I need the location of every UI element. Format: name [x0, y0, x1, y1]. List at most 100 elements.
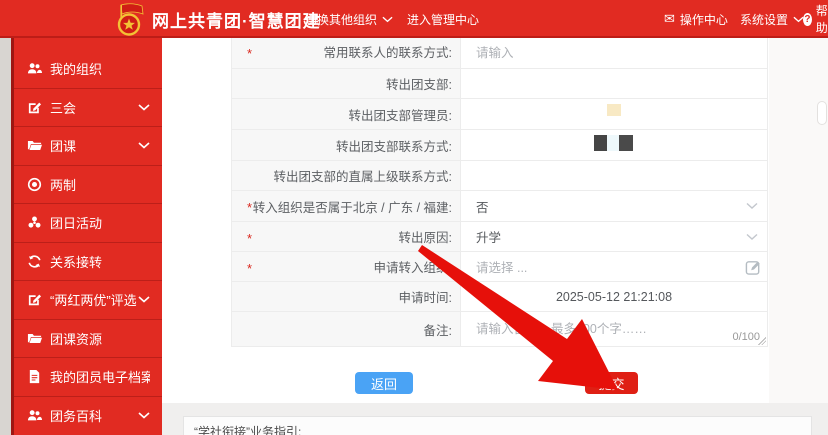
field-label: *转入组织是否属于北京 / 广东 / 福建:: [232, 191, 461, 221]
form-row-1: *常用联系人的联系方式: 请输入: [232, 35, 767, 69]
field-value: 2025-05-12 21:21:08: [461, 282, 767, 311]
select-value: 升学: [476, 227, 501, 246]
guide-section-title: “学社衔接”业务指引:: [194, 425, 301, 435]
sidebar-item-label: 团课: [50, 136, 138, 155]
required-asterisk: *: [247, 46, 252, 61]
resize-handle[interactable]: [758, 337, 766, 345]
help-icon: ?: [803, 13, 812, 26]
operation-center-link[interactable]: ✉ 操作中心: [664, 0, 728, 38]
field-label: 转出团支部:: [232, 69, 461, 98]
enter-admin-link[interactable]: 进入管理中心: [407, 0, 479, 38]
form-row-9: 申请时间: 2025-05-12 21:21:08: [232, 282, 767, 312]
system-settings-menu[interactable]: 系统设置: [740, 0, 804, 38]
page-right-margin: [769, 38, 828, 403]
activity-icon: [27, 215, 42, 230]
form-row-6: *转入组织是否属于北京 / 广东 / 福建: 否: [232, 191, 767, 222]
sidebar-item-3[interactable]: 团课: [14, 126, 162, 165]
sidebar-item-label: 团务百科: [50, 406, 138, 425]
sidebar-item-label: 关系接转: [50, 252, 150, 271]
field-value[interactable]: 请输入备注，最多100个字…… 0/100: [461, 312, 767, 346]
chevron-down-icon: [138, 296, 150, 303]
field-label: *转出原因:: [232, 222, 461, 251]
league-emblem-logo: [112, 3, 146, 36]
window-edge-strip: [0, 38, 11, 435]
back-button[interactable]: 返回: [355, 372, 413, 394]
document-icon: [27, 369, 42, 384]
sidebar-item-label: 两制: [50, 175, 150, 194]
field-value: [461, 130, 767, 160]
chevron-down-icon: [746, 233, 758, 240]
form-row-3: 转出团支部管理员:: [232, 99, 767, 130]
field-value: [461, 99, 767, 129]
mail-icon: ✉: [664, 11, 675, 27]
sidebar-item-label: 我的组织: [50, 59, 150, 78]
chevron-down-icon: [382, 16, 393, 23]
sidebar-item-7[interactable]: “两红两优”评选: [14, 280, 162, 319]
redaction-block: [594, 135, 607, 151]
users-icon: [27, 408, 42, 423]
field-label: *常用联系人的联系方式:: [232, 35, 461, 68]
required-asterisk: *: [247, 200, 252, 215]
folder-icon: [27, 331, 42, 346]
field-label: 转出团支部的直属上级联系方式:: [232, 161, 461, 190]
field-value[interactable]: 升学: [461, 222, 767, 251]
field-label: 转出团支部管理员:: [232, 99, 461, 129]
sidebar-item-9[interactable]: 我的团员电子档案: [14, 357, 162, 396]
redaction-block: [619, 135, 633, 151]
input-placeholder: 请输入: [476, 42, 514, 61]
field-label: *申请转入组织:: [232, 252, 461, 281]
chevron-down-icon: [138, 412, 150, 419]
required-asterisk: *: [247, 261, 252, 276]
switch-org-menu[interactable]: 切换其他组织: [305, 0, 393, 38]
sidebar-item-2[interactable]: 三会: [14, 88, 162, 127]
sidebar-item-label: 我的团员电子档案: [50, 367, 150, 386]
textarea-placeholder: 请输入备注，最多100个字……: [476, 318, 647, 337]
sidebar-item-label: 三会: [50, 98, 138, 117]
app-title: 网上共青团·智慧团建: [152, 0, 321, 38]
required-asterisk: *: [247, 231, 252, 246]
form-row-5: 转出团支部的直属上级联系方式:: [232, 161, 767, 191]
sidebar-item-label: “两红两优”评选: [50, 290, 138, 309]
field-value[interactable]: 请输入: [461, 35, 767, 68]
scrollbar-thumb[interactable]: [817, 101, 827, 125]
field-value[interactable]: 否: [461, 191, 767, 221]
field-value[interactable]: 请选择 ...: [461, 252, 767, 281]
field-label: 备注:: [232, 312, 461, 346]
compose-icon: [27, 100, 42, 115]
chevron-down-icon: [138, 142, 150, 149]
field-value: [461, 161, 767, 190]
redaction-block: [607, 104, 621, 116]
form-row-4: 转出团支部联系方式:: [232, 130, 767, 161]
sidebar-item-10[interactable]: 团务百科: [14, 396, 162, 435]
redaction-block: [607, 135, 619, 151]
sidebar-item-label: 团日活动: [50, 213, 150, 232]
sidebar-item-label: 团课资源: [50, 329, 150, 348]
form-row-8: *申请转入组织: 请选择 ...: [232, 252, 767, 282]
select-value: 否: [476, 197, 489, 216]
form-row-7: *转出原因: 升学: [232, 222, 767, 252]
edit-icon[interactable]: [745, 258, 762, 275]
readonly-value: 2025-05-12 21:21:08: [476, 290, 767, 304]
compose-icon: [27, 292, 42, 307]
sidebar-item-8[interactable]: 团课资源: [14, 319, 162, 358]
sidebar-item-5[interactable]: 团日活动: [14, 203, 162, 242]
sidebar-item-4[interactable]: 两制: [14, 165, 162, 204]
form-row-10: 备注: 请输入备注，最多100个字…… 0/100: [232, 312, 767, 347]
left-sidebar: 我的组织三会团课两制团日活动关系接转 “两红两优”评选团课资源我的团员电子档案团务…: [14, 38, 162, 435]
field-label: 申请时间:: [232, 282, 461, 311]
target-icon: [27, 177, 42, 192]
picker-placeholder: 请选择 ...: [476, 257, 527, 276]
help-link[interactable]: ? 帮助: [803, 0, 828, 38]
guide-section: “学社衔接”业务指引:: [183, 416, 812, 435]
form-row-2: 转出团支部:: [232, 69, 767, 99]
sidebar-item-1[interactable]: 我的组织: [14, 49, 162, 88]
folder-icon: [27, 138, 42, 153]
char-counter: 0/100: [732, 331, 760, 343]
sidebar-item-6[interactable]: 关系接转: [14, 242, 162, 281]
chevron-down-icon: [138, 104, 150, 111]
sync-icon: [27, 254, 42, 269]
field-label: 转出团支部联系方式:: [232, 130, 461, 160]
submit-button[interactable]: 提交: [585, 372, 638, 394]
transfer-form-table: *常用联系人的联系方式: 请输入转出团支部:转出团支部管理员:转出团支部联系方式:…: [231, 34, 768, 347]
top-header: 网上共青团·智慧团建 切换其他组织 进入管理中心 ✉ 操作中心 系统设置 ? 帮…: [0, 0, 828, 38]
